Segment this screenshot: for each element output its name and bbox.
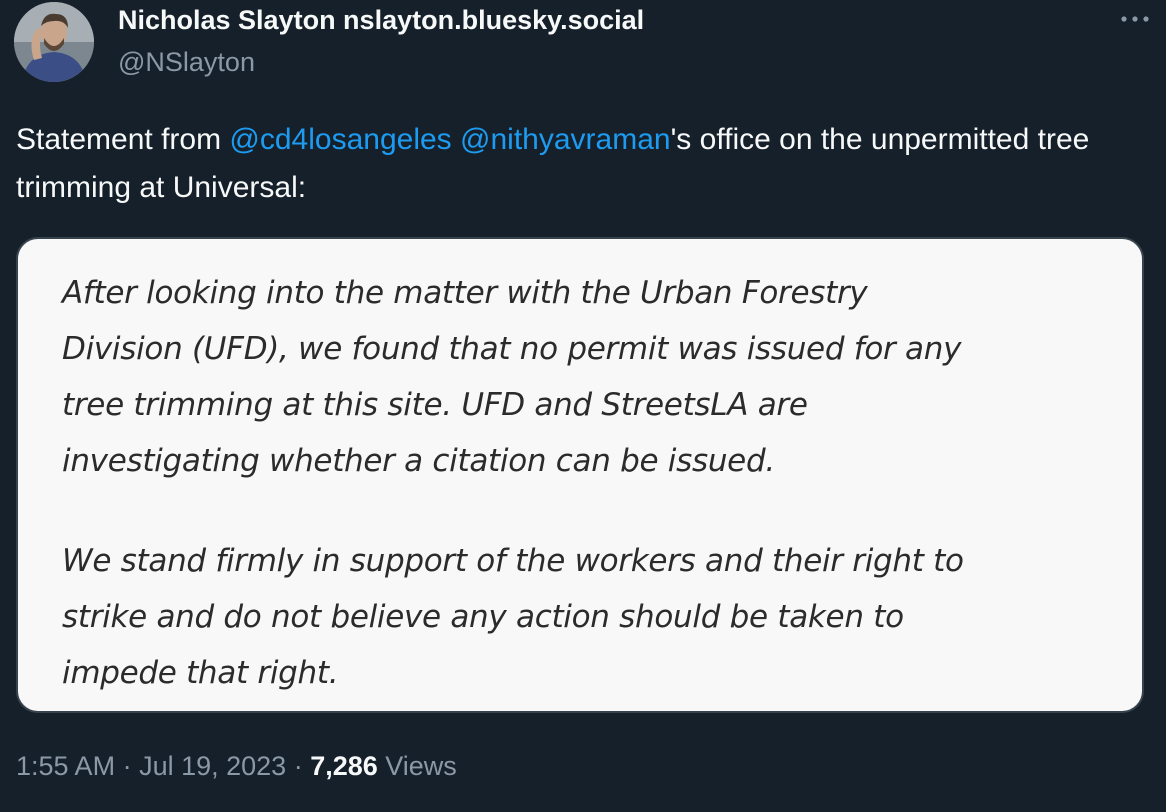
- tweet-text-space: [452, 123, 460, 156]
- avatar-image: [14, 2, 94, 82]
- meta-separator: ·: [115, 751, 140, 781]
- more-horizontal-icon: [1121, 16, 1149, 22]
- tweet: Nicholas Slayton nslayton.bluesky.social…: [0, 0, 1166, 812]
- author-display-name[interactable]: Nicholas Slayton nslayton.bluesky.social: [118, 4, 644, 36]
- timestamp-link[interactable]: 1:55 AM · Jul 19, 2023: [16, 751, 286, 781]
- tweet-text-prefix: Statement from: [16, 123, 230, 156]
- tweet-metadata: 1:55 AM · Jul 19, 2023 · 7,286 Views: [16, 746, 457, 786]
- author-info[interactable]: Nicholas Slayton nslayton.bluesky.social…: [118, 4, 644, 78]
- statement-paragraph-1: After looking into the matter with the U…: [62, 275, 962, 479]
- views-label: Views: [377, 751, 457, 781]
- tweet-text: Statement from @cd4losangeles @nithyavra…: [16, 116, 1136, 212]
- views-count: 7,286: [310, 751, 378, 781]
- mention-nithyavraman[interactable]: @nithyavraman: [460, 123, 671, 156]
- more-options-button[interactable]: [1118, 6, 1152, 32]
- avatar[interactable]: [14, 2, 94, 82]
- meta-separator: ·: [286, 751, 311, 781]
- tweet-time: 1:55 AM: [16, 751, 116, 781]
- author-handle[interactable]: @NSlayton: [118, 46, 644, 78]
- tweet-date: Jul 19, 2023: [139, 751, 287, 781]
- statement-text: After looking into the matter with the U…: [62, 265, 1112, 701]
- statement-paragraph-2: We stand firmly in support of the worker…: [62, 543, 964, 691]
- mention-cd4losangeles[interactable]: @cd4losangeles: [229, 123, 451, 156]
- views-link[interactable]: 7,286 Views: [310, 751, 457, 781]
- media-image[interactable]: After looking into the matter with the U…: [16, 237, 1144, 713]
